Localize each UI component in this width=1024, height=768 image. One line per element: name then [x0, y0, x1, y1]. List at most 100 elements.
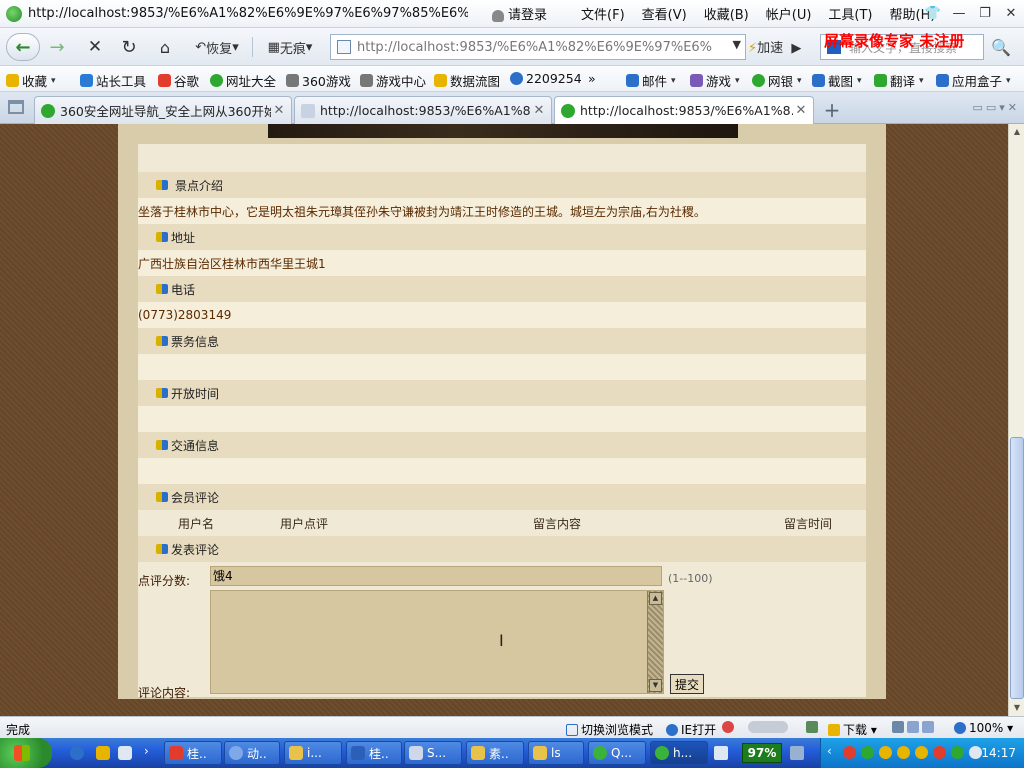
menu-view[interactable]: 查看(V) [642, 4, 687, 23]
qq-icon[interactable] [897, 746, 910, 759]
status-extension-icon[interactable] [722, 721, 737, 733]
status-tray-icons[interactable] [892, 721, 937, 733]
close-icon[interactable]: ✕ [1002, 4, 1020, 22]
fav-item-2209254[interactable]: 2209254 [510, 71, 582, 86]
task-item[interactable]: 桂.. [346, 741, 402, 765]
task-item[interactable]: 桂.. [164, 741, 222, 765]
home-button[interactable]: ⌂ [152, 33, 178, 61]
fav-item-screenshot[interactable]: 截图 ▾ [812, 71, 862, 90]
comment-textarea[interactable]: I ▲ ▼ [210, 590, 664, 694]
close-icon[interactable]: ✕ [271, 103, 287, 118]
task-item-active[interactable]: h... [650, 741, 708, 765]
restore-button[interactable]: ↶ 恢复 ▾ [186, 33, 248, 61]
speed-up-button[interactable]: ⚡加速 ▶ [748, 37, 801, 56]
explorer-icon[interactable] [118, 746, 132, 760]
forward-button[interactable]: → [40, 33, 74, 61]
fav-item-data-flow[interactable]: 数据流图 [434, 71, 500, 90]
chevron-down-icon: ▾ [1006, 75, 1011, 86]
new-tab-button[interactable]: + [818, 98, 846, 122]
quicklaunch-more-icon[interactable]: › [144, 744, 149, 758]
fav-item-app-box[interactable]: 应用盒子 ▾ [936, 71, 1011, 90]
fav-item-translate[interactable]: 翻译 ▾ [874, 71, 924, 90]
toggle-icon[interactable] [748, 721, 791, 733]
fav-item-webmaster-tools[interactable]: 站长工具 [80, 71, 146, 90]
page-scrollbar[interactable]: ▲ ▼ [1008, 124, 1024, 716]
task-item[interactable]: i... [284, 741, 342, 765]
address-input[interactable]: http://localhost:9853/%E6%A1%82%E6%9E%97… [357, 40, 717, 55]
zoom-control[interactable]: 100% ▾ [954, 721, 1013, 735]
qq-icon[interactable] [879, 746, 892, 759]
comment-label: 评论内容: [138, 686, 191, 700]
fav-item-game-center[interactable]: 游戏中心 [360, 71, 426, 90]
stop-button[interactable]: ✕ [82, 33, 108, 61]
menu-tools[interactable]: 工具(T) [828, 4, 872, 23]
fav-item-games[interactable]: 游戏 ▾ [690, 71, 740, 90]
desktop-icon[interactable] [96, 746, 110, 760]
fav-item-site-directory[interactable]: 网址大全 [210, 71, 276, 90]
textarea-scrollbar[interactable]: ▲ ▼ [647, 591, 663, 693]
minimize-icon[interactable]: — [950, 4, 968, 22]
close-icon[interactable]: ✕ [531, 103, 547, 118]
task-item[interactable]: Q... [588, 741, 646, 765]
tray-expand-icon[interactable]: ‹ [827, 744, 832, 758]
tab-bar: 360安全网址导航_安全上网从360开始 ✕ http://localhost:… [0, 92, 1024, 124]
task-item[interactable]: S... [404, 741, 462, 765]
task-item[interactable]: 动.. [224, 741, 280, 765]
tab-localhost-1[interactable]: http://localhost:9853/%E6%A1%8... ✕ [294, 96, 552, 124]
fav-item-360-games[interactable]: 360游戏 [286, 71, 351, 90]
search-icon[interactable]: 🔍 [990, 36, 1012, 58]
tray-icon[interactable] [933, 746, 946, 759]
section-header-tickets: 票务信息 [138, 328, 866, 354]
tray-icon[interactable] [861, 746, 874, 759]
back-button[interactable]: ← [6, 33, 40, 61]
tray-icon[interactable] [843, 746, 856, 759]
box-icon [936, 74, 949, 87]
ie-icon[interactable] [70, 746, 84, 760]
window-icon[interactable] [8, 100, 24, 114]
incognito-button[interactable]: ▦ 无痕 ▾ [260, 33, 320, 61]
shield-icon[interactable] [951, 746, 964, 759]
fav-item-mail[interactable]: 邮件 ▾ [626, 71, 676, 90]
refresh-button[interactable]: ↻ [116, 33, 142, 61]
start-button[interactable] [0, 738, 52, 768]
tab-360-navigation[interactable]: 360安全网址导航_安全上网从360开始 ✕ [34, 96, 292, 124]
keyboard-icon[interactable] [714, 746, 728, 760]
task-item[interactable]: ls [528, 741, 584, 765]
compat-mode-button[interactable]: 切换浏览模式 [566, 721, 653, 738]
plug-icon[interactable] [790, 746, 804, 760]
task-item[interactable]: 素.. [466, 741, 524, 765]
tools-icon[interactable] [806, 721, 821, 733]
tab-localhost-active[interactable]: http://localhost:9853/%E6%A1%8... ✕ [554, 96, 814, 124]
skin-icon[interactable]: 👕 [924, 4, 942, 22]
address-bar[interactable]: http://localhost:9853/%E6%A1%82%E6%9E%97… [330, 34, 746, 60]
chevron-down-icon[interactable]: ▼ [733, 38, 741, 51]
scroll-down-icon[interactable]: ▼ [649, 679, 662, 692]
download-button[interactable]: 下载 ▾ [828, 721, 877, 738]
window-icon [566, 723, 578, 736]
qq-icon[interactable] [915, 746, 928, 759]
chevron-down-icon: ▾ [857, 75, 862, 86]
scroll-up-icon[interactable]: ▲ [1009, 124, 1024, 140]
submit-button[interactable]: 提交 [670, 674, 704, 694]
fav-item-banking[interactable]: 网银 ▾ [752, 71, 802, 90]
menu-file[interactable]: 文件(F) [581, 4, 625, 23]
close-icon[interactable]: ✕ [793, 103, 809, 118]
ie-open-button[interactable]: IE打开 [666, 721, 716, 738]
folder-icon [471, 746, 485, 760]
fav-item-favorites[interactable]: 收藏 ▾ [6, 71, 56, 90]
menu-login[interactable]: 请登录 [492, 4, 564, 23]
bank-icon [752, 74, 765, 87]
page-icon [301, 103, 315, 118]
mail-icon [626, 74, 639, 87]
maximize-icon[interactable]: ❐ [976, 4, 994, 22]
scrollbar-thumb[interactable] [1010, 437, 1024, 699]
menu-favorites[interactable]: 收藏(B) [704, 4, 749, 23]
network-icon[interactable] [969, 746, 982, 759]
scroll-down-icon[interactable]: ▼ [1009, 700, 1024, 716]
menu-account[interactable]: 帐户(U) [766, 4, 812, 23]
fav-more-chevron[interactable]: » [588, 71, 596, 86]
tab-bar-controls[interactable]: ▭▭▾✕ [972, 101, 1020, 114]
fav-item-google[interactable]: 谷歌 [158, 71, 199, 90]
scroll-up-icon[interactable]: ▲ [649, 592, 662, 605]
score-input[interactable]: 饿4 [210, 566, 662, 586]
